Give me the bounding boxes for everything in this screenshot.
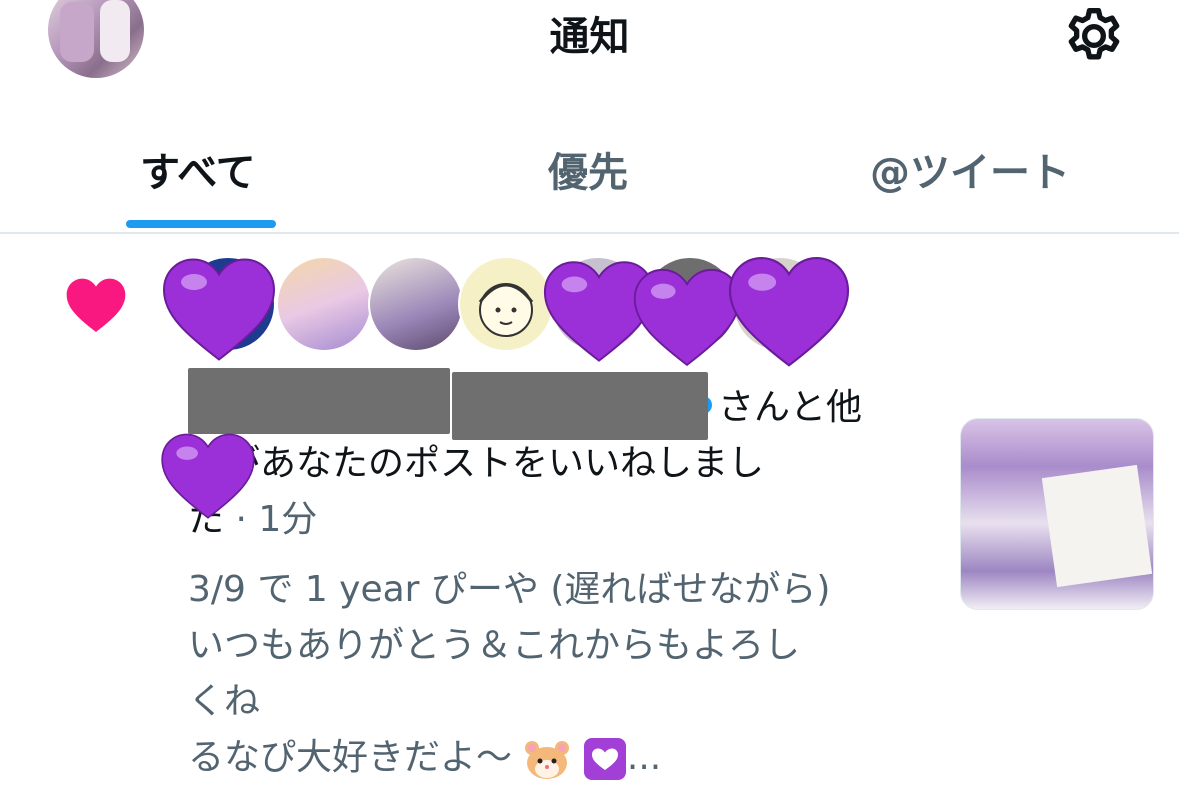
- post-line: いつもありがとう＆これからもよろし: [188, 625, 801, 666]
- purple-heart-sticker-icon: [162, 258, 276, 361]
- tab-priority[interactable]: 優先: [548, 140, 628, 198]
- thumbnail-paper: [1041, 464, 1153, 588]
- notification-line-2: 人があなたのポストをいいねしまし: [188, 443, 765, 484]
- heart-icon: [66, 278, 126, 332]
- post-thumbnail[interactable]: [960, 418, 1154, 610]
- heart-decoration-emoji-icon: [583, 738, 626, 780]
- active-tab-indicator: [126, 220, 276, 228]
- avatar[interactable]: [368, 256, 464, 352]
- notification-time: 1分: [258, 499, 318, 540]
- page-title: 通知: [549, 14, 630, 60]
- gear-icon[interactable]: [1060, 4, 1128, 68]
- redaction-block: [188, 368, 450, 434]
- top-bar: 通知: [0, 0, 1179, 80]
- tab-bar: すべて 優先 @ツイート: [0, 120, 1179, 234]
- hamster-emoji-icon: [525, 741, 570, 779]
- post-line: るなぴ大好きだよ〜: [188, 737, 513, 778]
- post-preview[interactable]: 3/9 で 1 year ぴーや (遅ればせながら) いつもありがとう＆これから…: [188, 562, 928, 786]
- post-ellipsis: ...: [626, 737, 662, 778]
- redaction-block: [452, 372, 708, 440]
- tab-mentions[interactable]: @ツイート: [870, 140, 1070, 198]
- post-line: 3/9 で 1 year ぴーや (遅ればせながら): [188, 569, 831, 610]
- avatar[interactable]: [276, 256, 372, 352]
- purple-heart-sticker-icon: [728, 256, 850, 367]
- purple-heart-sticker-icon: [161, 433, 255, 519]
- post-line: くね: [188, 681, 261, 722]
- tab-all[interactable]: すべて: [140, 140, 256, 198]
